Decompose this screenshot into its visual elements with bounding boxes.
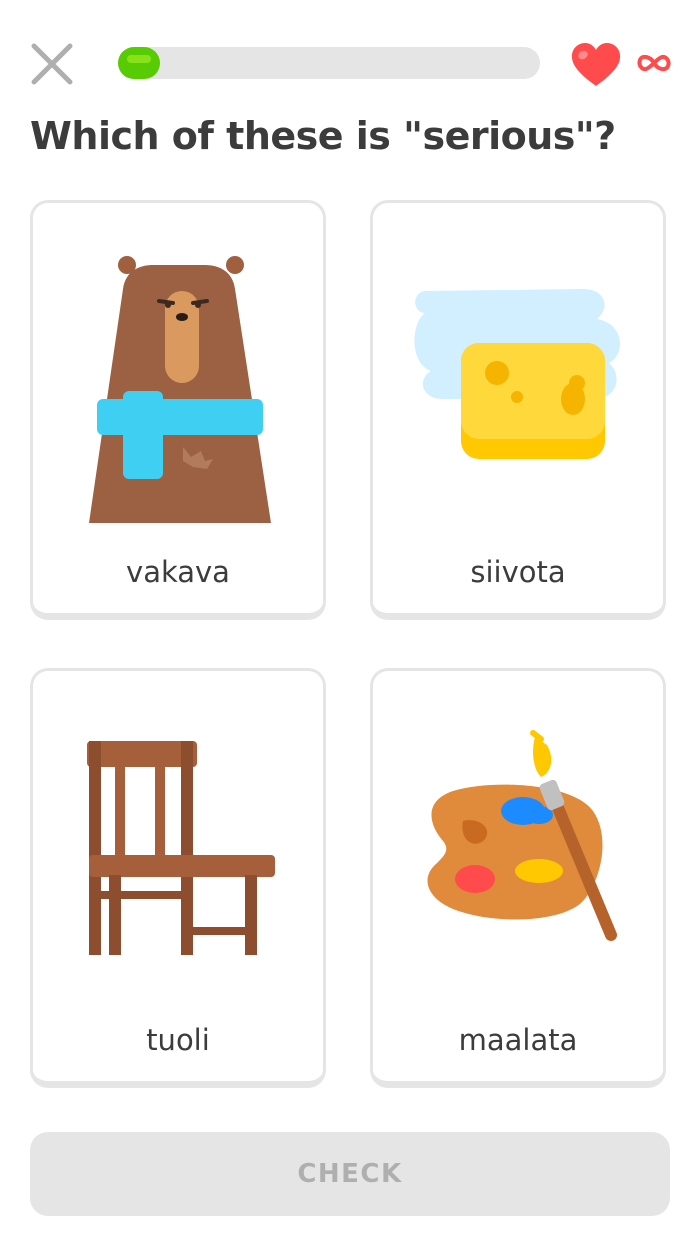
question-prompt: Which of these is "serious"? [30, 114, 616, 158]
option-label: siivota [470, 555, 566, 589]
option-card-siivota[interactable]: siivota [370, 200, 666, 620]
infinity-icon [637, 54, 671, 72]
lesson-progress-bar [118, 47, 540, 79]
option-label: maalata [458, 1023, 578, 1057]
lesson-header [0, 0, 700, 130]
sponge-icon [414, 289, 621, 459]
option-card-maalata[interactable]: maalata [370, 668, 666, 1088]
chair-icon [87, 741, 275, 955]
option-label: tuoli [146, 1023, 210, 1057]
paint-palette-icon [427, 730, 617, 941]
bear-with-scarf-icon [89, 256, 271, 523]
close-x-icon[interactable] [28, 40, 76, 88]
progress-shine [127, 55, 151, 63]
option-card-vakava[interactable]: vakava [30, 200, 326, 620]
check-button[interactable]: CHECK [30, 1132, 670, 1216]
heart-icon [571, 43, 621, 86]
option-label: vakava [126, 555, 230, 589]
option-card-tuoli[interactable]: tuoli [30, 668, 326, 1088]
progress-fill [118, 47, 160, 79]
